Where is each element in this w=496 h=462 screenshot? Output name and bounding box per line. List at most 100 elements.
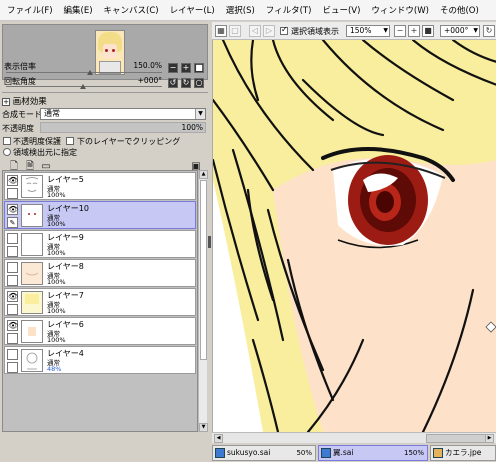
panel-divider bbox=[2, 92, 208, 93]
protect-opacity-checkbox[interactable] bbox=[3, 137, 11, 145]
zoom-in-button[interactable]: + bbox=[181, 63, 191, 73]
visibility-eye-icon[interactable]: 👁 bbox=[7, 320, 18, 331]
drawing-canvas[interactable] bbox=[212, 40, 496, 432]
zoom-label: 表示倍率 bbox=[4, 62, 36, 71]
layer-row-selected[interactable]: 👁 ✎ レイヤー10 通常 100% bbox=[4, 201, 196, 229]
angle-slider-thumb[interactable] bbox=[80, 84, 86, 89]
layer-lock-toggle[interactable] bbox=[7, 275, 18, 286]
rotate-left-button[interactable]: ↺ bbox=[168, 78, 178, 88]
layer-lock-toggle[interactable] bbox=[7, 333, 18, 344]
checkmark-icon: ✓ bbox=[281, 25, 288, 34]
scroll-right-arrow[interactable]: ▶ bbox=[485, 434, 494, 443]
panel-splitter[interactable] bbox=[208, 236, 211, 248]
canvas-hscrollbar[interactable]: ◀ ▶ bbox=[212, 432, 496, 443]
zoom-slider-thumb[interactable] bbox=[87, 70, 93, 75]
layer-thumbnail bbox=[21, 204, 43, 227]
menu-window[interactable]: ウィンドウ(W) bbox=[367, 4, 433, 16]
layer-thumbnail bbox=[21, 233, 43, 256]
clipping-label: 下のレイヤーでクリッピング bbox=[77, 137, 181, 146]
tab-label: sukusyo.sai bbox=[227, 448, 271, 457]
angle-value: +000° bbox=[137, 76, 162, 85]
brush-effect-section[interactable]: + 画材効果 bbox=[2, 95, 47, 107]
layer-opacity: 100% bbox=[47, 278, 66, 286]
layer-thumbnail bbox=[21, 349, 43, 372]
scroll-up-arrow[interactable]: ▲ bbox=[199, 170, 208, 179]
image-file-icon bbox=[433, 448, 443, 458]
invert-selection-icon: ▢ bbox=[229, 25, 241, 37]
menu-view[interactable]: ビュー(V) bbox=[318, 4, 364, 16]
layer-thumbnail bbox=[21, 291, 43, 314]
layer-row[interactable]: レイヤー9 通常 100% bbox=[4, 230, 196, 258]
zoom-in-icon[interactable]: + bbox=[408, 25, 420, 37]
menu-filter[interactable]: フィルタ(T) bbox=[262, 4, 316, 16]
chevron-down-icon: ▼ bbox=[195, 109, 205, 119]
rotate-reset-button[interactable]: ○ bbox=[194, 78, 204, 88]
chevron-down-icon: ▼ bbox=[383, 27, 388, 34]
visibility-toggle[interactable] bbox=[7, 233, 18, 244]
hscroll-thumb[interactable] bbox=[426, 434, 486, 443]
menu-canvas[interactable]: キャンバス(C) bbox=[100, 4, 163, 16]
chevron-down-icon: ▼ bbox=[473, 27, 478, 34]
menu-file[interactable]: ファイル(F) bbox=[3, 4, 57, 16]
blend-mode-label: 合成モード bbox=[2, 110, 42, 119]
clipping-checkbox[interactable] bbox=[66, 137, 74, 145]
zoom-out-button[interactable]: − bbox=[168, 63, 178, 73]
canvas-toolbar: ▦ ▢ ◁ ▷ ✓ 選択領域表示 150% ▼ − + ■ +000° ▼ ↻ bbox=[212, 22, 496, 40]
angle-select[interactable]: +000° ▼ bbox=[440, 25, 480, 37]
visibility-toggle[interactable] bbox=[7, 262, 18, 273]
layer-list-scrollbar[interactable]: ▲ ▼ bbox=[198, 170, 208, 432]
menu-select[interactable]: 選択(S) bbox=[222, 4, 259, 16]
undo-icon: ◁ bbox=[249, 25, 261, 37]
show-selection-checkbox[interactable]: ✓ bbox=[280, 25, 288, 35]
menu-edit[interactable]: 編集(E) bbox=[60, 4, 97, 16]
layer-row[interactable]: レイヤー4 通常 48% bbox=[4, 346, 196, 374]
show-selection-label: 選択領域表示 bbox=[291, 27, 339, 36]
layer-thumbnail bbox=[21, 175, 43, 198]
blend-mode-value: 通常 bbox=[44, 109, 60, 118]
opacity-value: 100% bbox=[181, 123, 203, 132]
opacity-label: 不透明度 bbox=[2, 124, 34, 133]
opacity-slider[interactable]: 100% bbox=[40, 122, 206, 133]
zoom-fit-icon[interactable]: ■ bbox=[422, 25, 434, 37]
layer-thumbnail bbox=[21, 320, 43, 343]
selection-source-label: 領域検出元に指定 bbox=[13, 148, 77, 157]
layer-lock-toggle[interactable] bbox=[7, 362, 18, 373]
layer-row[interactable]: 👁 レイヤー5 通常 100% bbox=[4, 172, 196, 200]
tab-document[interactable]: カエラ.jpe bbox=[430, 445, 496, 461]
menu-layer[interactable]: レイヤー(L) bbox=[166, 4, 219, 16]
left-panel: 表示倍率 150.0% − + ■ 回転角度 +000° ↺ ↻ ○ + 画材効… bbox=[0, 22, 210, 462]
rotate-right-button[interactable]: ↻ bbox=[181, 78, 191, 88]
zoom-slider[interactable] bbox=[6, 72, 162, 73]
brush-icon[interactable]: ✎ bbox=[7, 217, 18, 228]
blend-mode-select[interactable]: 通常 ▼ bbox=[40, 108, 206, 120]
layer-row[interactable]: 👁 レイヤー7 通常 100% bbox=[4, 288, 196, 316]
opacity-fill bbox=[41, 123, 205, 132]
layer-row[interactable]: 👁 レイヤー6 通常 100% bbox=[4, 317, 196, 345]
visibility-eye-icon[interactable]: 👁 bbox=[7, 175, 18, 186]
visibility-toggle[interactable] bbox=[7, 349, 18, 360]
scroll-thumb[interactable] bbox=[200, 180, 207, 360]
document-tabs: sukusyo.sai 50% 翼.sai 150% カエラ.jpe bbox=[212, 444, 496, 462]
menu-other[interactable]: その他(O) bbox=[436, 4, 483, 16]
expand-icon: + bbox=[2, 97, 10, 106]
visibility-eye-icon[interactable]: 👁 bbox=[7, 291, 18, 302]
zoom-reset-button[interactable]: ■ bbox=[194, 63, 204, 73]
scroll-left-arrow[interactable]: ◀ bbox=[214, 434, 223, 443]
deselect-icon[interactable]: ▦ bbox=[215, 25, 227, 37]
layer-opacity: 100% bbox=[47, 220, 66, 228]
visibility-eye-icon[interactable]: 👁 bbox=[7, 204, 18, 215]
tab-document[interactable]: sukusyo.sai 50% bbox=[212, 445, 316, 461]
redo-icon: ▷ bbox=[263, 25, 275, 37]
selection-source-radio[interactable] bbox=[3, 148, 11, 156]
layer-lock-toggle[interactable] bbox=[7, 246, 18, 257]
layer-lock-toggle[interactable] bbox=[7, 188, 18, 199]
rotate-icon[interactable]: ↻ bbox=[483, 25, 495, 37]
scroll-down-arrow[interactable]: ▼ bbox=[199, 423, 208, 432]
tab-document-active[interactable]: 翼.sai 150% bbox=[318, 445, 428, 461]
zoom-out-icon[interactable]: − bbox=[394, 25, 406, 37]
layer-lock-toggle[interactable] bbox=[7, 304, 18, 315]
zoom-select[interactable]: 150% ▼ bbox=[346, 25, 390, 37]
zoom-select-value: 150% bbox=[350, 26, 372, 35]
layer-row[interactable]: レイヤー8 通常 100% bbox=[4, 259, 196, 287]
tab-zoom: 150% bbox=[403, 449, 424, 457]
